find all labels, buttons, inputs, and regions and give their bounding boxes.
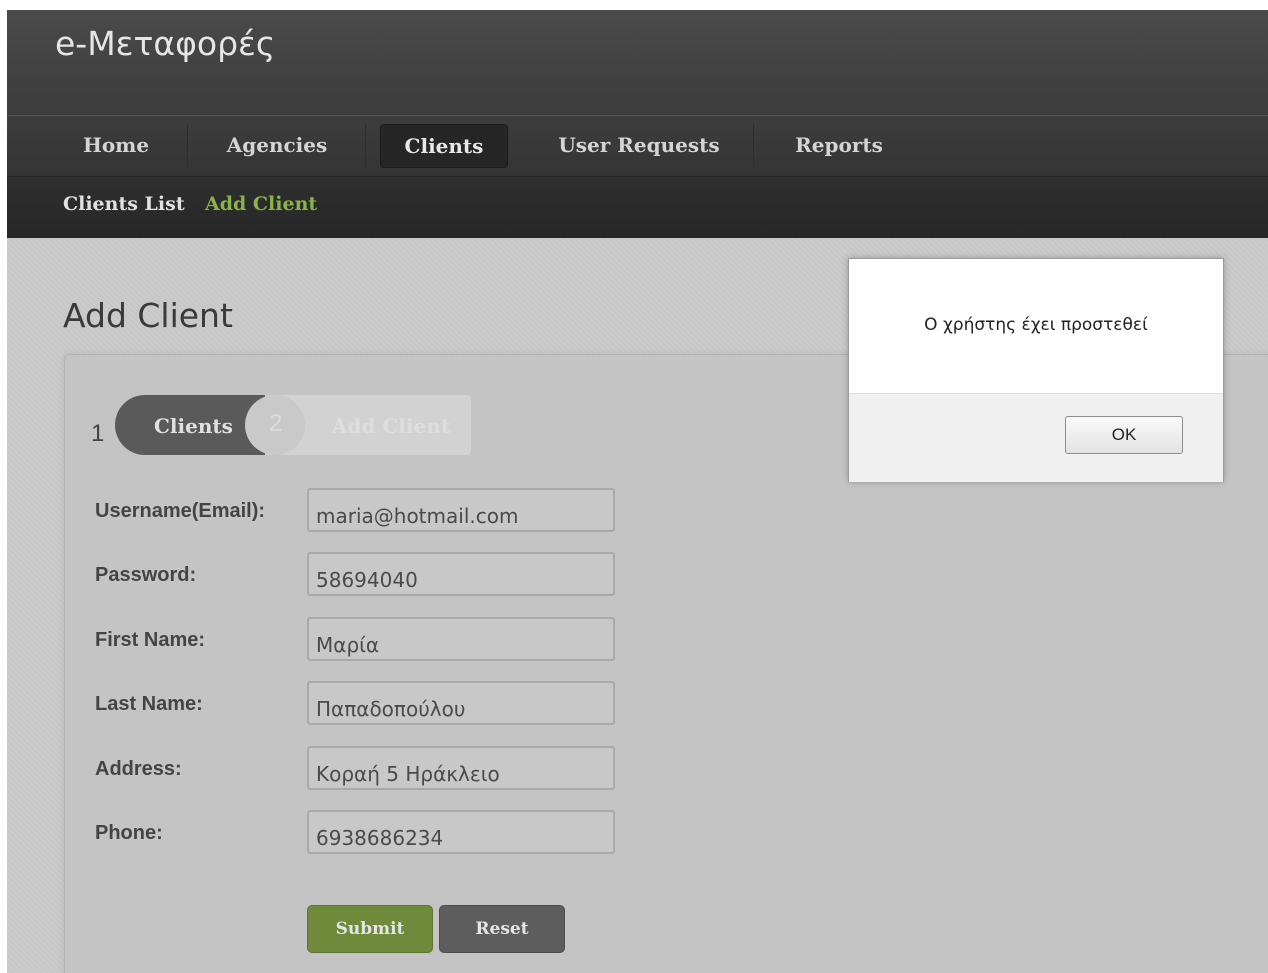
last-name-field[interactable]: Παπαδοπούλου xyxy=(307,681,615,725)
form-row-last-name: Last Name: Παπαδοπούλου xyxy=(7,681,1268,731)
form-row-password: Password: 58694040 xyxy=(7,552,1268,602)
nav-user-requests[interactable]: User Requests xyxy=(525,124,754,166)
last-name-label: Last Name: xyxy=(95,693,203,715)
nav-agencies[interactable]: Agencies xyxy=(189,124,366,166)
phone-field[interactable]: 6938686234 xyxy=(307,810,615,854)
password-field[interactable]: 58694040 xyxy=(307,552,615,596)
wizard-step-1-label: Clients xyxy=(154,414,233,438)
dialog-message: Ο χρήστης έχει προστεθεί xyxy=(924,315,1148,335)
sub-nav: Clients List Add Client xyxy=(7,176,1268,239)
subnav-clients-list[interactable]: Clients List xyxy=(63,193,185,215)
alert-dialog: Ο χρήστης έχει προστεθεί OK xyxy=(848,258,1224,482)
first-name-field[interactable]: Μαρία xyxy=(307,617,615,661)
nav-clients[interactable]: Clients xyxy=(380,124,508,168)
form-row-address: Address: Κοραή 5 Ηράκλειο xyxy=(7,746,1268,796)
form-row-username: Username(Email): maria@hotmail.com xyxy=(7,488,1268,538)
username-label: Username(Email): xyxy=(95,500,266,522)
submit-button[interactable]: Submit xyxy=(307,905,433,953)
main-nav: Home Agencies Clients User Requests Repo… xyxy=(7,115,1268,176)
form-row-first-name: First Name: Μαρία xyxy=(7,617,1268,667)
wizard-step-2-number: 2 xyxy=(269,410,283,437)
first-name-label: First Name: xyxy=(95,629,206,651)
page-title: Add Client xyxy=(63,296,233,335)
wizard-step-2-label: Add Client xyxy=(332,414,451,438)
password-label: Password: xyxy=(95,564,197,586)
ok-button[interactable]: OK xyxy=(1065,416,1183,454)
app-window: e-Μεταφορές Home Agencies Clients User R… xyxy=(7,10,1268,973)
nav-reports[interactable]: Reports xyxy=(757,124,921,166)
app-header: e-Μεταφορές xyxy=(7,10,1268,115)
form-row-phone: Phone: 6938686234 xyxy=(7,810,1268,860)
username-field[interactable]: maria@hotmail.com xyxy=(307,488,615,532)
dialog-footer: OK xyxy=(849,393,1223,482)
phone-label: Phone: xyxy=(95,822,163,844)
address-field[interactable]: Κοραή 5 Ηράκλειο xyxy=(307,746,615,790)
wizard-step-1-number: 1 xyxy=(91,420,105,447)
nav-home[interactable]: Home xyxy=(45,124,188,166)
address-label: Address: xyxy=(95,758,182,780)
app-title: e-Μεταφορές xyxy=(55,24,276,63)
reset-button[interactable]: Reset xyxy=(439,905,565,953)
subnav-add-client[interactable]: Add Client xyxy=(205,193,317,215)
